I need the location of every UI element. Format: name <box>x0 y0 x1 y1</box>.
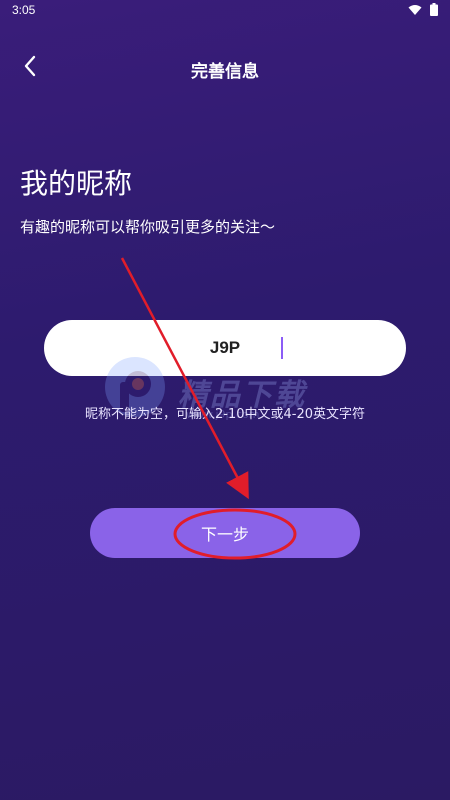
page-title: 完善信息 <box>191 62 259 82</box>
battery-icon <box>430 3 438 16</box>
status-bar: 3:05 <box>0 0 450 22</box>
nickname-subtitle: 有趣的昵称可以帮你吸引更多的关注～ <box>20 218 276 236</box>
nickname-field[interactable] <box>44 320 406 376</box>
status-icons <box>408 3 438 16</box>
status-time: 3:05 <box>12 3 36 17</box>
nickname-heading: 我的昵称 <box>20 167 133 200</box>
wifi-icon <box>408 4 422 16</box>
app-bar: 完善信息 <box>0 48 450 88</box>
nickname-input[interactable] <box>73 337 377 359</box>
text-caret <box>281 337 283 359</box>
annotation-overlay <box>120 257 297 560</box>
next-button[interactable]: 下一步 <box>90 508 360 558</box>
nickname-hint: 昵称不能为空，可输入2-10中文或4-20英文字符 <box>84 407 365 422</box>
